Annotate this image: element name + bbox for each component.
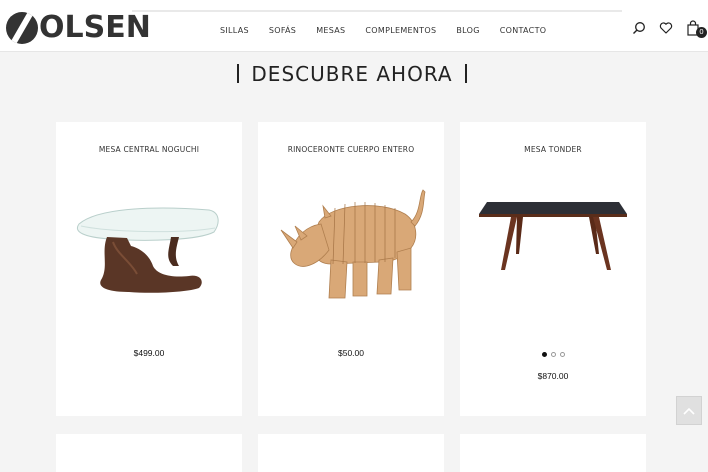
product-price: $499.00	[133, 348, 165, 358]
header-divider	[132, 10, 622, 12]
nav-item-contacto[interactable]: CONTACTO	[500, 26, 547, 35]
product-price: $50.00	[338, 348, 364, 358]
search-icon[interactable]	[632, 21, 646, 35]
nav-item-blog[interactable]: BLOG	[456, 26, 479, 35]
product-image-noguchi-table[interactable]	[69, 182, 229, 312]
carousel-dot[interactable]	[550, 352, 556, 357]
product-name[interactable]: MESA TONDER	[460, 145, 646, 154]
section-title-text: DESCUBRE AHORA	[251, 62, 453, 86]
back-to-top-button[interactable]	[676, 396, 702, 425]
product-card[interactable]	[460, 434, 646, 472]
product-card[interactable]: RINOCERONTE CUERPO ENTERO $50.00	[258, 122, 444, 416]
header-icons: 0	[632, 20, 707, 38]
logo-text: OLSEN	[39, 10, 151, 45]
product-card[interactable]: MESA CENTRAL NOGUCHI $499.00	[56, 122, 242, 416]
product-card[interactable]	[258, 434, 444, 472]
title-bar-left	[237, 64, 240, 83]
nav-item-sofas[interactable]: SOFÁS	[269, 26, 296, 35]
nav-item-complementos[interactable]: COMPLEMENTOS	[365, 26, 436, 35]
title-bar-right	[464, 64, 467, 83]
product-price: $870.00	[537, 371, 569, 381]
product-image-tonder-table[interactable]	[473, 182, 633, 312]
product-name[interactable]: RINOCERONTE CUERPO ENTERO	[258, 145, 444, 154]
nav-item-mesas[interactable]: MESAS	[316, 26, 345, 35]
main-nav: SILLAS SOFÁS MESAS COMPLEMENTOS BLOG CON…	[220, 26, 546, 35]
product-name[interactable]: MESA CENTRAL NOGUCHI	[56, 145, 242, 154]
carousel-dot[interactable]	[559, 352, 565, 357]
cart-button[interactable]: 0	[686, 20, 707, 38]
carousel-dot[interactable]	[541, 352, 547, 357]
cart-count-badge: 0	[696, 27, 707, 38]
section-title: DESCUBRE AHORA	[0, 62, 704, 86]
site-header: OLSEN SILLAS SOFÁS MESAS COMPLEMENTOS BL…	[0, 0, 708, 52]
product-card[interactable]: MESA TONDER $870.00	[460, 122, 646, 416]
product-card[interactable]	[56, 434, 242, 472]
heart-icon[interactable]	[659, 21, 673, 35]
product-image-cardboard-rhino[interactable]	[271, 182, 431, 312]
logo-mark-icon	[6, 12, 38, 44]
nav-item-sillas[interactable]: SILLAS	[220, 26, 249, 35]
chevron-up-icon	[683, 407, 695, 415]
logo[interactable]: OLSEN	[6, 10, 151, 46]
image-carousel-dots	[460, 352, 646, 357]
